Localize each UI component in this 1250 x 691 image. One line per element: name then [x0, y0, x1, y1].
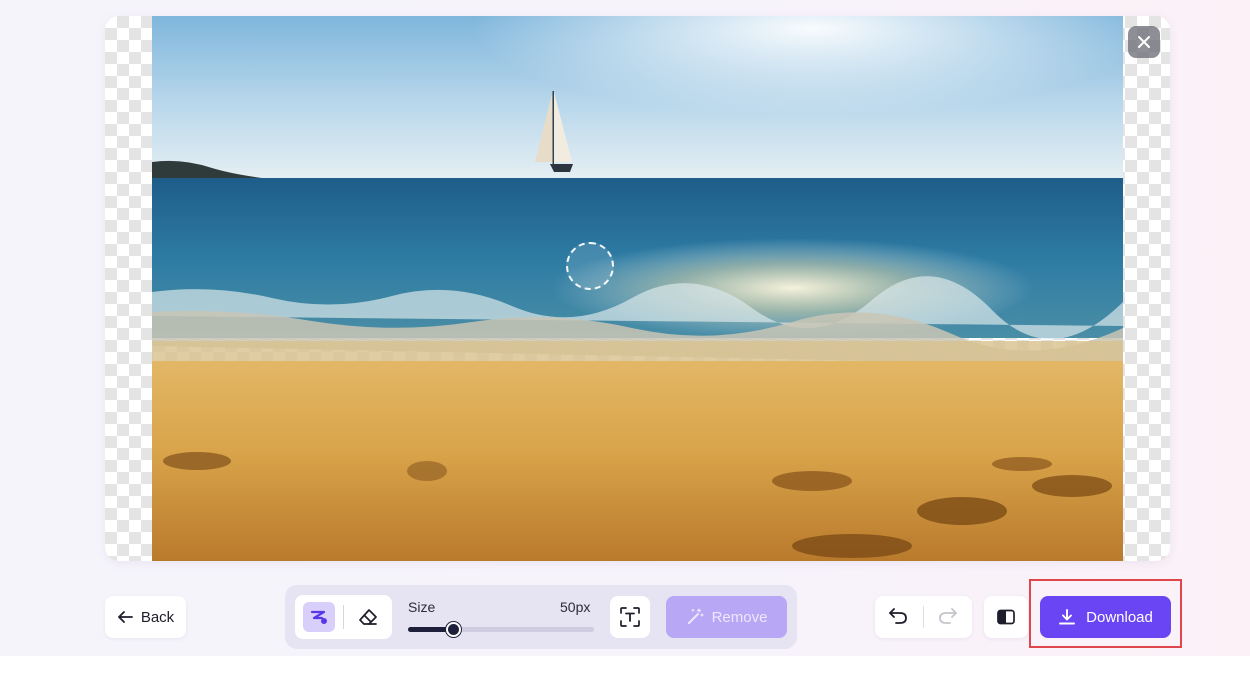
undo-redo-group	[875, 596, 972, 638]
magic-wand-icon	[687, 608, 704, 624]
mode-toggle	[295, 595, 392, 639]
close-button[interactable]	[1128, 26, 1160, 58]
eraser-mode-button[interactable]	[351, 602, 385, 632]
download-button[interactable]: Download	[1040, 596, 1171, 638]
remove-button[interactable]: Remove	[666, 596, 787, 638]
compare-icon	[997, 609, 1015, 625]
size-label: Size	[408, 599, 436, 615]
undo-button[interactable]	[887, 606, 909, 631]
editor-canvas[interactable]	[105, 16, 1170, 561]
beach-sailboat-photo[interactable]	[152, 16, 1123, 561]
eraser-icon	[359, 609, 377, 625]
arrow-left-icon	[117, 611, 133, 623]
brush-tool-group: Size 50px Remove	[285, 585, 797, 649]
compare-button[interactable]	[984, 596, 1028, 638]
redo-button[interactable]	[937, 606, 959, 631]
download-label: Download	[1086, 608, 1153, 626]
bottom-strip	[0, 656, 1250, 691]
back-label: Back	[140, 608, 175, 626]
mode-separator	[343, 605, 344, 629]
redo-icon	[939, 608, 957, 624]
text-detect-button[interactable]	[610, 596, 650, 638]
text-scan-icon	[620, 607, 640, 627]
undo-redo-separator	[923, 606, 924, 628]
size-slider-handle[interactable]	[445, 622, 461, 637]
brush-mode-button[interactable]	[303, 602, 335, 632]
back-button[interactable]: Back	[105, 596, 186, 638]
brush-icon	[310, 610, 327, 624]
download-icon	[1059, 609, 1076, 625]
close-icon	[1138, 36, 1150, 48]
undo-icon	[889, 608, 907, 624]
brush-cursor	[566, 242, 614, 290]
size-slider[interactable]	[408, 622, 594, 637]
size-value: 50px	[560, 599, 591, 615]
remove-label: Remove	[711, 608, 768, 626]
